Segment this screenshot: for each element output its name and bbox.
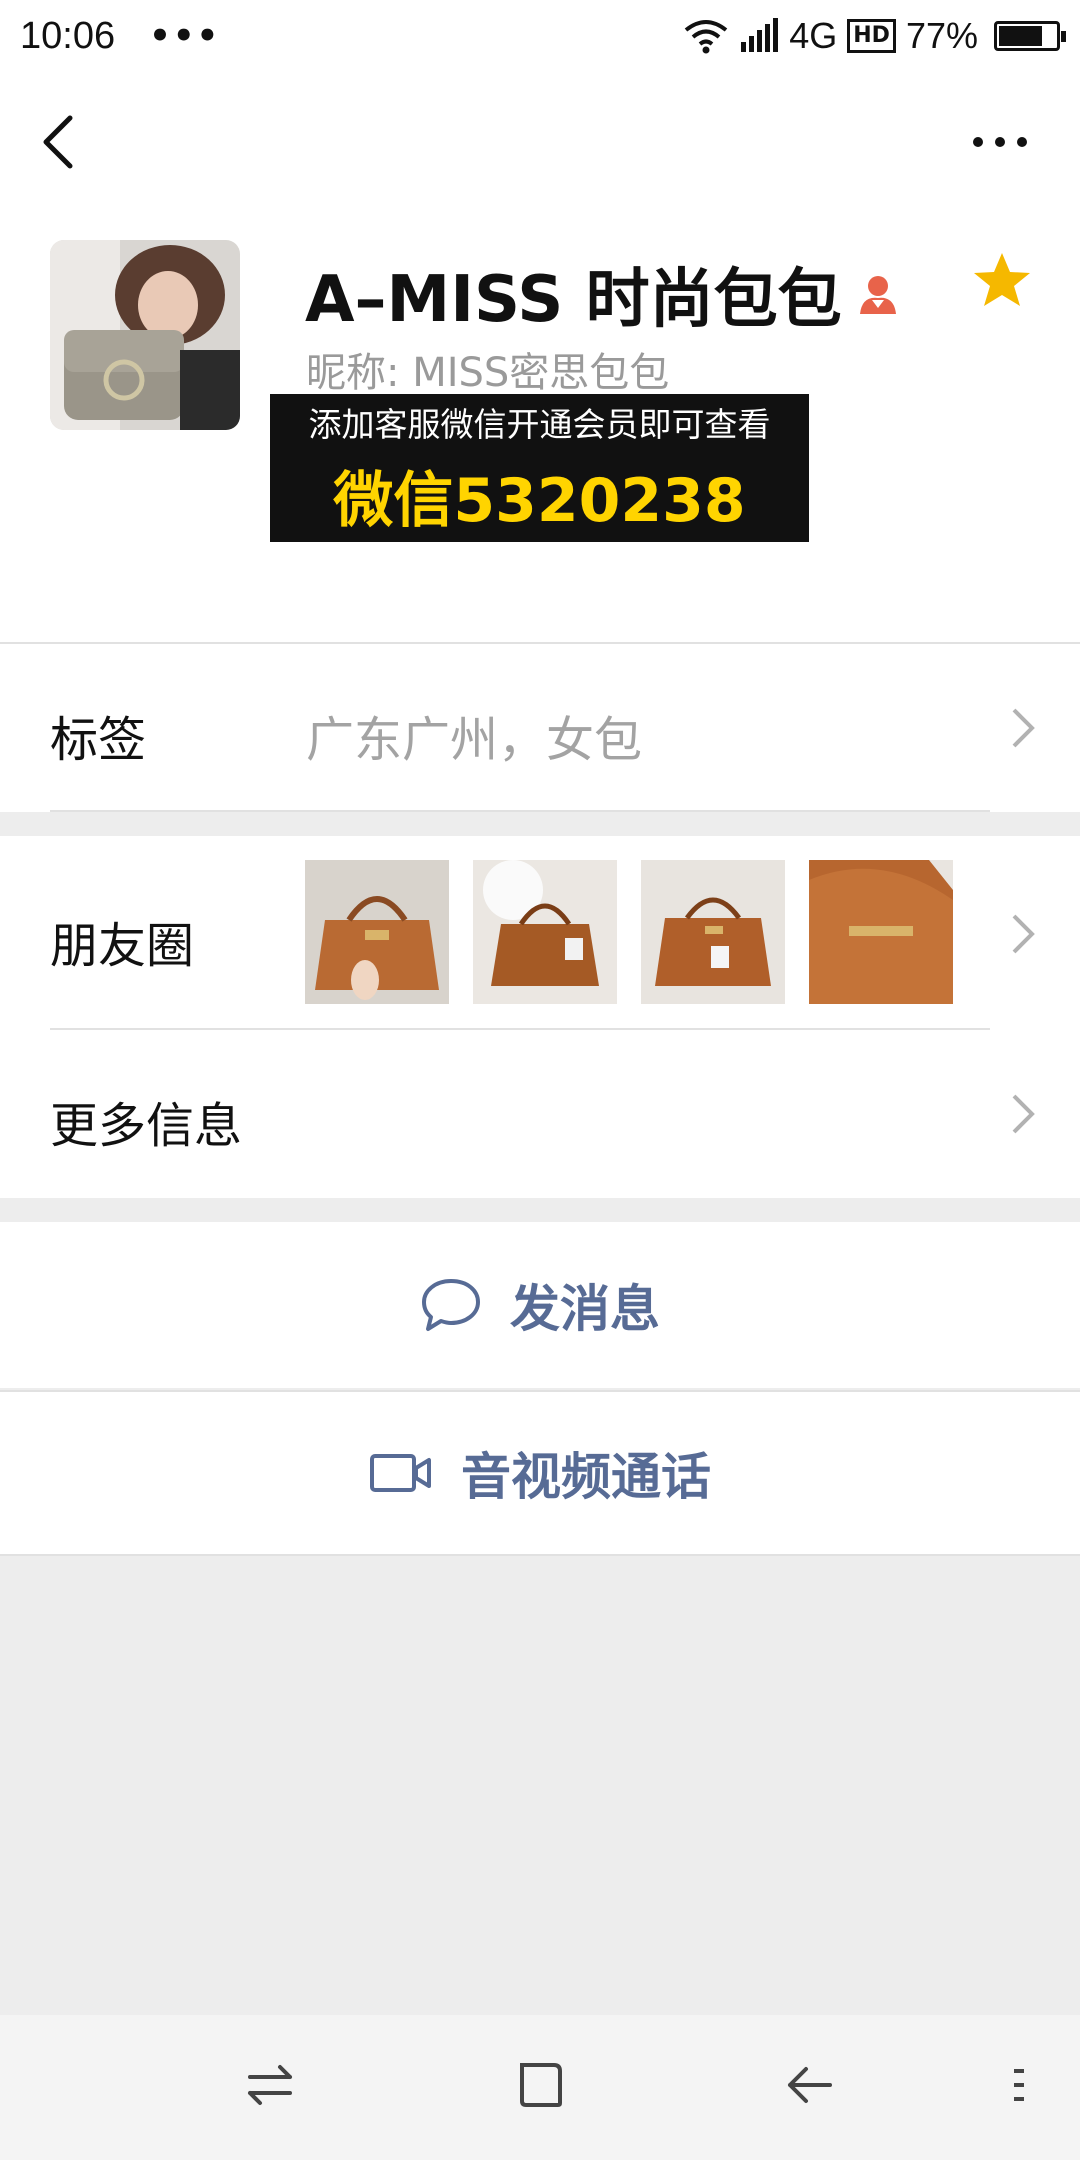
send-message-label: 发消息 (510, 1280, 660, 1338)
moments-row[interactable]: 朋友圈 (0, 836, 1080, 1030)
status-indicators: 4G HD 77% (683, 15, 1066, 57)
menu-icon[interactable] (1000, 2055, 1040, 2115)
chat-bubble-icon (422, 1279, 480, 1331)
status-notification-dots: ••• (149, 16, 221, 56)
battery-level (999, 26, 1043, 46)
promo-banner: 添加客服微信开通会员即可查看 微信5320238 (270, 394, 809, 542)
more-info-label: 更多信息 (50, 1098, 243, 1154)
chevron-right-icon (1012, 708, 1035, 748)
tags-row[interactable]: 标签 广东广州，女包 (0, 642, 1080, 812)
moments-label: 朋友圈 (50, 918, 195, 974)
send-message-button[interactable]: 发消息 (0, 1222, 1080, 1388)
network-type: 4G (789, 15, 838, 56)
status-time: 10:06 (20, 14, 116, 57)
moments-thumbnail (641, 860, 785, 1004)
battery-icon (994, 21, 1066, 51)
tags-label: 标签 (50, 712, 147, 768)
home-square-icon[interactable] (510, 2055, 570, 2115)
hd-badge: HD (847, 19, 896, 53)
divider (0, 642, 1080, 644)
profile-header: A–MISS 时尚包包 昵称: MISS密思包包 添加客服微信开通会员即可查看 … (0, 212, 1080, 642)
status-bar: 10:06 ••• 4G HD 77% (0, 0, 1080, 72)
chevron-right-icon (1012, 914, 1035, 954)
profile-name: A–MISS 时尚包包 (305, 263, 842, 337)
system-nav-bar (0, 2015, 1080, 2160)
avatar[interactable] (50, 240, 240, 430)
video-call-label: 音视频通话 (461, 1448, 711, 1506)
back-arrow-icon[interactable] (780, 2055, 840, 2115)
battery-percent: 77% (905, 15, 978, 56)
star-icon[interactable] (972, 250, 1032, 310)
signal-icon (741, 18, 779, 52)
chevron-right-icon (1012, 1094, 1035, 1134)
video-camera-icon (370, 1454, 431, 1492)
more-info-row[interactable]: 更多信息 (0, 1030, 1080, 1198)
name-row: A–MISS 时尚包包 (305, 248, 902, 340)
switch-apps-icon[interactable] (240, 2055, 300, 2115)
moments-thumbnail (809, 860, 953, 1004)
top-nav (0, 72, 1080, 212)
divider (50, 810, 990, 812)
wifi-icon (684, 20, 728, 54)
video-call-button[interactable]: 音视频通话 (0, 1390, 1080, 1556)
chevron-left-icon[interactable] (36, 114, 86, 170)
moments-thumbnail (473, 860, 617, 1004)
promo-text: 添加客服微信开通会员即可查看 (308, 404, 771, 444)
moments-thumbnails (305, 860, 953, 1004)
moments-thumbnail (305, 860, 449, 1004)
more-dots-icon[interactable] (970, 132, 1030, 152)
nickname: 昵称: MISS密思包包 (306, 350, 670, 396)
tags-value: 广东广州，女包 (306, 712, 643, 768)
promo-wechat-id: 微信5320238 (333, 465, 746, 536)
female-icon (859, 276, 896, 314)
